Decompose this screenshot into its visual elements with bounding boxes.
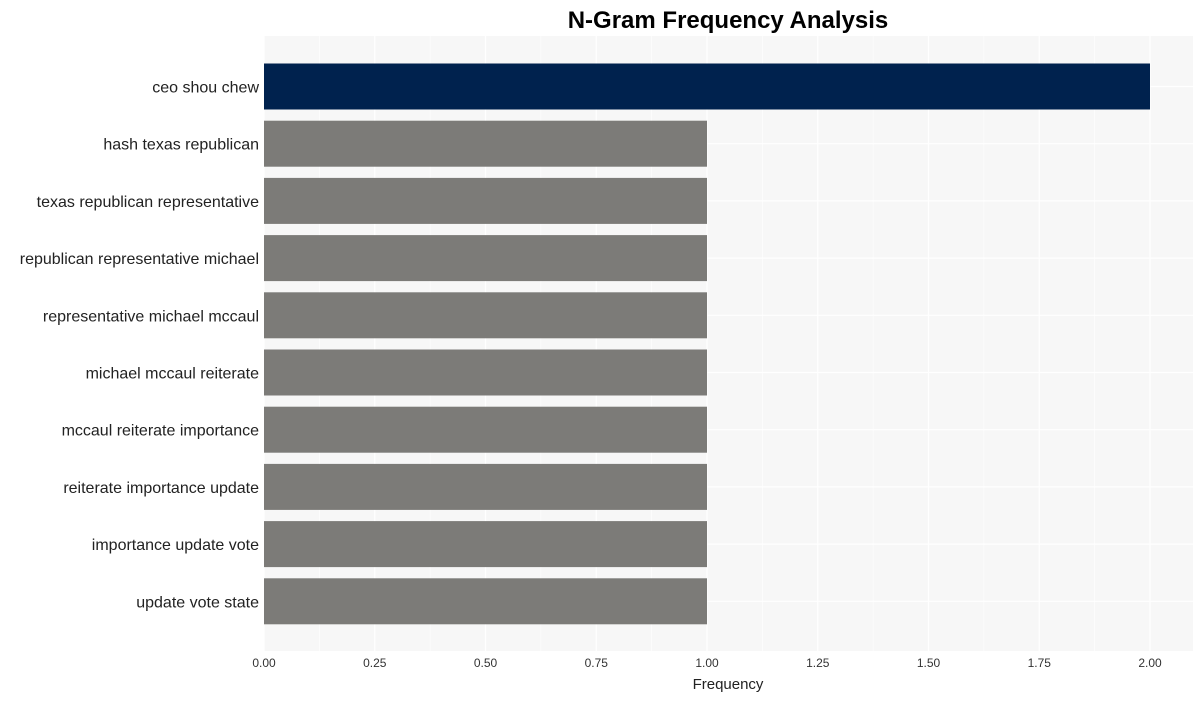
- x-tick-label: 1.50: [917, 656, 941, 670]
- ngram-frequency-chart: N-Gram Frequency Analysis ceo shou chew h…: [20, 7, 1193, 693]
- x-axis-ticks: 0.00 0.25 0.50 0.75 1.00 1.25 1.50 1.75 2.00: [252, 656, 1162, 670]
- y-tick-label: reiterate importance update: [63, 480, 259, 497]
- bar-mccaul-reiterate-importance: [264, 406, 707, 453]
- bar-hash-texas-republican: [264, 120, 707, 167]
- bar-importance-update-vote: [264, 521, 707, 568]
- chart-title: N-Gram Frequency Analysis: [568, 7, 889, 34]
- y-tick-label: republican representative michael: [20, 251, 259, 268]
- x-tick-label: 1.75: [1028, 656, 1052, 670]
- bar-republican-representative-michael: [264, 235, 707, 282]
- x-tick-label: 0.75: [585, 656, 609, 670]
- x-axis-label: Frequency: [693, 676, 764, 693]
- y-tick-label: representative michael mccaul: [43, 308, 259, 325]
- x-tick-label: 1.25: [806, 656, 830, 670]
- y-tick-label: importance update vote: [92, 537, 259, 554]
- y-tick-label: texas republican representative: [37, 194, 259, 211]
- bar-representative-michael-mccaul: [264, 292, 707, 339]
- bar-update-vote-state: [264, 578, 707, 625]
- x-tick-label: 0.00: [252, 656, 276, 670]
- y-axis-labels: ceo shou chew hash texas republican texas …: [20, 80, 260, 612]
- bar-ceo-shou-chew: [264, 63, 1150, 110]
- y-tick-label: ceo shou chew: [152, 80, 259, 97]
- y-tick-label: update vote state: [136, 594, 259, 611]
- bar-reiterate-importance-update: [264, 463, 707, 510]
- x-tick-label: 1.00: [695, 656, 719, 670]
- y-tick-label: hash texas republican: [103, 137, 259, 154]
- y-tick-label: mccaul reiterate importance: [62, 423, 260, 440]
- bar-texas-republican-representative: [264, 177, 707, 224]
- y-tick-label: michael mccaul reiterate: [86, 366, 260, 383]
- bar-michael-mccaul-reiterate: [264, 349, 707, 396]
- x-tick-label: 0.25: [363, 656, 387, 670]
- x-tick-label: 2.00: [1138, 656, 1162, 670]
- x-tick-label: 0.50: [474, 656, 498, 670]
